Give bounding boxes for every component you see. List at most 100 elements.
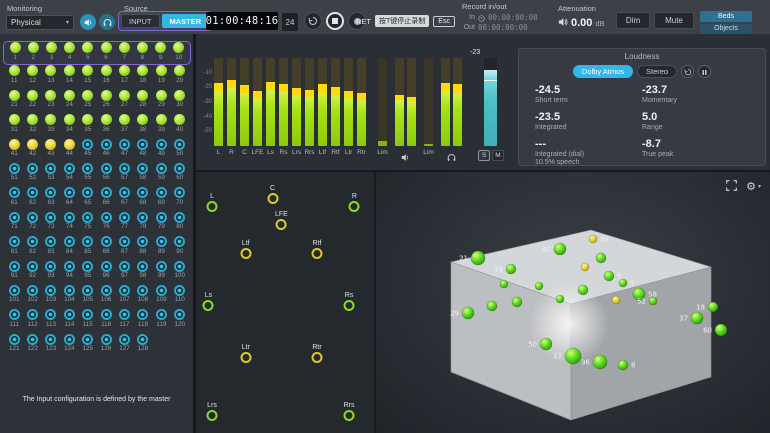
meter-lim: Lim bbox=[424, 58, 433, 157]
master-button[interactable]: MASTER bbox=[162, 14, 210, 28]
input-button[interactable]: INPUT bbox=[121, 14, 160, 28]
channel-indicator: 34 bbox=[60, 114, 78, 138]
beds-button[interactable]: Beds bbox=[700, 11, 752, 22]
channel-indicator: 38 bbox=[134, 114, 152, 138]
channel-indicator: 84 bbox=[60, 236, 78, 260]
speaker-rrs[interactable]: Rrs bbox=[344, 402, 355, 421]
speaker-output-meters bbox=[395, 58, 416, 159]
speaker-r[interactable]: R bbox=[349, 193, 360, 212]
momentary-button[interactable]: M bbox=[492, 150, 504, 161]
headphone-monitor-button[interactable] bbox=[99, 14, 115, 30]
loudness-mode-dolby-atmos[interactable]: Dolby Atmos bbox=[573, 65, 633, 78]
meter-rs: Rs bbox=[279, 58, 288, 157]
objects-button[interactable]: Objects bbox=[700, 24, 752, 35]
speaker-c[interactable]: C bbox=[267, 185, 278, 204]
audio-object bbox=[691, 312, 703, 324]
record-inout-section: Record in/out In 00:00:00:00 Out 00:00:0… bbox=[462, 2, 554, 32]
speaker-dot-icon bbox=[240, 248, 251, 259]
speaker-dot-icon bbox=[344, 300, 355, 311]
channel-row: 41424344454647484950 bbox=[3, 139, 191, 163]
channel-indicator: 81 bbox=[5, 236, 23, 260]
return-to-start-button[interactable] bbox=[304, 12, 322, 30]
attenuation-label: Attenuation bbox=[558, 4, 596, 13]
channel-indicator: 66 bbox=[97, 187, 115, 211]
monitoring-dropdown[interactable]: Physical ▾ bbox=[6, 15, 74, 30]
speaker-ls[interactable]: Ls bbox=[203, 292, 214, 311]
loudness-title: Loudness bbox=[519, 52, 765, 61]
channel-indicator: 75 bbox=[79, 212, 97, 236]
reset-loudness-button[interactable] bbox=[681, 65, 694, 78]
channel-indicator: 21 bbox=[5, 90, 23, 114]
channel-indicator: 11 bbox=[5, 65, 23, 89]
in-label: In bbox=[462, 14, 475, 21]
loudness-panel: Loudness Dolby AtmosStereo -24.5Short te… bbox=[518, 48, 766, 166]
speaker-lrs[interactable]: Lrs bbox=[207, 402, 218, 421]
channel-indicator: 31 bbox=[5, 114, 23, 138]
audio-object bbox=[619, 279, 627, 287]
meter-ltr: Ltr bbox=[344, 58, 353, 157]
speaker-dot-icon bbox=[203, 300, 214, 311]
channel-indicator: 26 bbox=[97, 90, 115, 114]
channel-indicator: 7 bbox=[115, 42, 133, 64]
channel-indicator: 8 bbox=[133, 42, 151, 64]
meter-c: C bbox=[240, 58, 249, 157]
input-config-note: The Input configuration is defined by th… bbox=[0, 396, 193, 403]
channel-indicator: 22 bbox=[23, 90, 41, 114]
speaker-rtr[interactable]: Rtr bbox=[312, 344, 323, 363]
channel-indicator: 20 bbox=[171, 65, 189, 89]
speaker-monitor-button[interactable] bbox=[80, 14, 96, 30]
meter-lfe: LFE bbox=[253, 58, 262, 157]
speaker-label: C bbox=[270, 185, 275, 192]
channel-grid: 1234567891011121314151617181920212223242… bbox=[3, 41, 191, 358]
meter-lim: Lim bbox=[378, 58, 387, 157]
monitoring-value: Physical bbox=[11, 18, 41, 27]
channel-row: 12345678910 bbox=[3, 41, 191, 65]
channel-indicator: 100 bbox=[171, 261, 189, 285]
speaker-label: R bbox=[352, 193, 357, 200]
channel-indicator: 46 bbox=[97, 139, 115, 163]
stop-button[interactable] bbox=[326, 12, 344, 30]
speaker-l[interactable]: L bbox=[207, 193, 218, 212]
headphone-icon bbox=[103, 15, 112, 30]
fullscreen-button[interactable] bbox=[726, 179, 737, 194]
channel-row: 121122123124125126127128 bbox=[3, 334, 191, 358]
record-out-row: Out 00:00:00:00 bbox=[462, 23, 554, 32]
view-settings-button[interactable]: ⚙ ▾ bbox=[746, 180, 761, 193]
channel-indicator: 33 bbox=[42, 114, 60, 138]
record-in-row: In 00:00:00:00 bbox=[462, 13, 554, 22]
channel-indicator: 120 bbox=[171, 309, 189, 333]
dim-button[interactable]: Dim bbox=[616, 12, 650, 29]
channel-indicator: 32 bbox=[23, 114, 41, 138]
channel-indicator: 104 bbox=[60, 285, 78, 309]
speaker-rtf[interactable]: Rtf bbox=[312, 240, 323, 259]
speaker-lfe[interactable]: LFE bbox=[275, 211, 288, 230]
channel-indicator: 62 bbox=[23, 187, 41, 211]
channel-indicator: 99 bbox=[152, 261, 170, 285]
short-term-button[interactable]: S bbox=[478, 150, 490, 161]
speaker-ltf[interactable]: Ltf bbox=[240, 240, 251, 259]
meter-rrs: Rrs bbox=[305, 58, 314, 157]
channel-indicator: 3 bbox=[42, 42, 60, 64]
room-box bbox=[451, 230, 711, 420]
channel-indicator: 117 bbox=[115, 309, 133, 333]
speaker-dot-icon bbox=[344, 410, 355, 421]
channel-indicator: 52 bbox=[23, 163, 41, 187]
loudness-mode-stereo[interactable]: Stereo bbox=[637, 65, 677, 78]
channel-indicator: 118 bbox=[134, 309, 152, 333]
attenuation-readout: 0.00 dB bbox=[558, 14, 605, 32]
meter-r bbox=[453, 58, 462, 146]
audio-object-label: 17 bbox=[553, 353, 562, 361]
pause-loudness-button[interactable] bbox=[698, 65, 711, 78]
channel-indicator: 47 bbox=[115, 139, 133, 163]
speaker-label: Ltr bbox=[242, 344, 250, 351]
mute-button[interactable]: Mute bbox=[654, 12, 694, 29]
channel-indicator: 126 bbox=[97, 334, 115, 358]
meter-lrs: Lrs bbox=[292, 58, 301, 157]
channel-indicator: 15 bbox=[79, 65, 97, 89]
audio-object bbox=[512, 297, 522, 307]
audio-object bbox=[471, 251, 485, 265]
speaker-ltr[interactable]: Ltr bbox=[240, 344, 251, 363]
audio-object bbox=[500, 280, 508, 288]
speaker-rs[interactable]: Rs bbox=[344, 292, 355, 311]
channel-meters: LRCLFELsRsLrsRrsLtfRtfLtrRtr bbox=[214, 58, 366, 157]
